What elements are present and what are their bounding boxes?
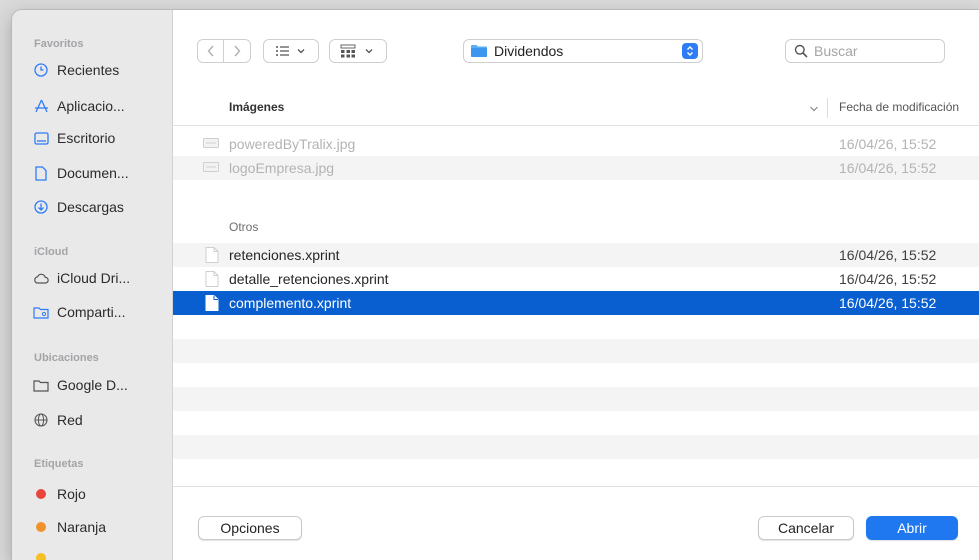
sidebar-item-label: Documen... [57,165,129,181]
sidebar-heading-favoritos: Favoritos [34,38,84,50]
sidebar-item-compartido[interactable]: Comparti... [23,300,163,324]
file-date: 16/04/26, 15:52 [839,271,937,287]
sidebar-item-label: Recientes [57,62,120,78]
sidebar-item-red[interactable]: Red [23,408,163,432]
globe-icon [33,412,49,428]
cancel-button[interactable]: Cancelar [758,516,854,540]
file-date: 16/04/26, 15:52 [839,295,937,311]
sidebar-item-label: Escritorio [57,130,116,146]
file-name: poweredByTralix.jpg [229,136,356,152]
chevron-left-icon [207,45,214,57]
navigation-buttons [197,39,251,63]
search-icon [794,44,808,58]
tag-dot-icon [33,486,49,502]
sidebar-item-tag-partial[interactable] [23,546,163,560]
section-label-otros: Otros [229,220,259,234]
drive-icon [33,377,49,393]
sidebar-item-escritorio[interactable]: Escritorio [23,126,163,150]
file-row[interactable]: logoEmpresa.jpg 16/04/26, 15:52 [173,156,979,180]
file-name: logoEmpresa.jpg [229,160,335,176]
options-button[interactable]: Opciones [198,516,302,540]
column-name-header[interactable]: Imágenes [229,100,284,114]
clock-icon [33,62,49,78]
grid-group-icon [340,44,373,58]
sidebar-item-icloud-drive[interactable]: iCloud Dri... [23,266,163,290]
sidebar: Favoritos Recientes Aplicacio... Escrito… [12,10,173,560]
file-date: 16/04/26, 15:52 [839,247,937,263]
file-row-selected[interactable]: complemento.xprint 16/04/26, 15:52 [173,291,979,315]
sidebar-item-aplicaciones[interactable]: Aplicacio... [23,94,163,118]
sidebar-item-label: Naranja [57,519,107,535]
chevron-right-icon [234,45,241,57]
chevron-down-icon[interactable] [809,101,819,116]
document-icon [33,165,49,181]
back-button[interactable] [198,40,224,62]
popup-arrows-icon [682,43,698,59]
file-name: retenciones.xprint [229,247,340,263]
sidebar-heading-etiquetas: Etiquetas [34,458,84,470]
view-mode-button[interactable] [263,39,319,63]
open-button[interactable]: Abrir [866,516,958,540]
file-name: complemento.xprint [229,295,352,311]
sidebar-item-recientes[interactable]: Recientes [23,58,163,82]
sidebar-item-tag-rojo[interactable]: Rojo [23,482,163,506]
document-file-icon [205,271,219,287]
sidebar-item-documentos[interactable]: Documen... [23,161,163,185]
file-date: 16/04/26, 15:52 [839,136,937,152]
empty-row [173,435,979,459]
sidebar-item-google-drive[interactable]: Google D... [23,373,163,397]
toolbar: Dividendos [173,10,979,90]
bottom-bar: Opciones Cancelar Abrir [173,486,979,560]
sidebar-item-tag-naranja[interactable]: Naranja [23,515,163,539]
sidebar-item-label: iCloud Dri... [57,270,131,286]
sidebar-item-label: Aplicacio... [57,98,125,114]
search-field[interactable] [785,39,945,63]
sidebar-item-label: Red [57,412,83,428]
group-by-button[interactable] [329,39,387,63]
file-row[interactable]: poweredByTralix.jpg 16/04/26, 15:52 [173,132,979,156]
applications-icon [33,98,49,114]
open-file-dialog: Favoritos Recientes Aplicacio... Escrito… [12,10,979,560]
tag-dot-icon [33,550,49,560]
document-file-icon [205,247,219,263]
sidebar-heading-icloud: iCloud [34,246,69,258]
file-name: detalle_retenciones.xprint [229,271,389,287]
sidebar-item-label: Rojo [57,486,86,502]
file-row[interactable]: retenciones.xprint 16/04/26, 15:52 [173,243,979,267]
column-date-header[interactable]: Fecha de modificación [839,100,959,114]
empty-row [173,387,979,411]
column-header: Imágenes Fecha de modificación [173,90,979,126]
shared-folder-icon [33,304,49,320]
sidebar-item-label: Google D... [57,377,128,393]
image-file-icon [203,138,219,148]
file-date: 16/04/26, 15:52 [839,160,937,176]
cloud-icon [33,270,49,286]
desktop-icon [33,130,49,146]
sidebar-item-descargas[interactable]: Descargas [23,195,163,219]
sidebar-item-label: Comparti... [57,304,126,320]
column-separator[interactable] [827,98,828,118]
empty-row [173,339,979,363]
location-label: Dividendos [494,43,564,59]
folder-icon [471,45,487,57]
image-file-icon [203,162,219,172]
search-input[interactable] [814,43,934,59]
sidebar-heading-ubicaciones: Ubicaciones [34,352,99,364]
sidebar-item-label: Descargas [57,199,124,215]
file-row[interactable]: detalle_retenciones.xprint 16/04/26, 15:… [173,267,979,291]
document-file-icon [205,295,219,311]
forward-button[interactable] [224,40,250,62]
list-view-icon [276,46,305,56]
download-icon [33,199,49,215]
location-popup[interactable]: Dividendos [463,39,703,63]
file-list: Imágenes Fecha de modificación poweredBy… [173,90,979,486]
tag-dot-icon [33,519,49,535]
